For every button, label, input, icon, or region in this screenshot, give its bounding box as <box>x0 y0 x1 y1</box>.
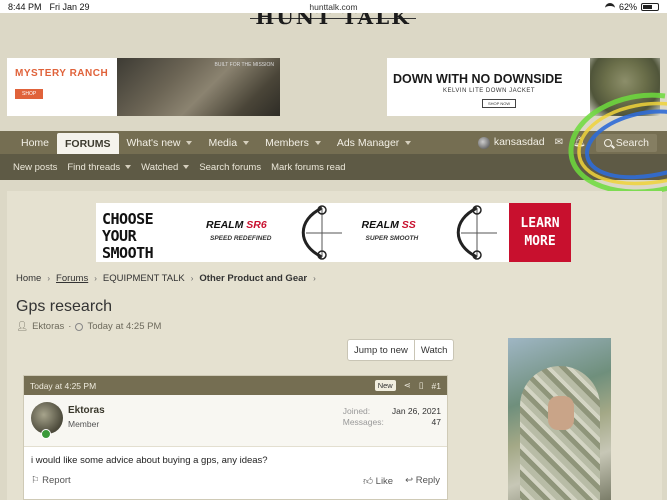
breadcrumb-forums[interactable]: Forums <box>56 273 88 284</box>
chevron-down-icon[interactable] <box>125 165 132 169</box>
bow-image <box>456 205 497 260</box>
post-body: i would like some advice about buying a … <box>31 455 268 466</box>
site-logo[interactable]: HUNT TALK <box>250 13 416 33</box>
chevron-down-icon[interactable] <box>314 140 321 145</box>
status-bar: 8:44 PM Fri Jan 29 hunttalk.com 62% <box>0 0 667 13</box>
bow-ad[interactable]: CHOOSE YOUR SMOOTH REALM SR6 SPEED REDEF… <box>96 203 571 262</box>
post-user-role: Member <box>68 419 100 429</box>
subnav-find-threads[interactable]: Find threads <box>67 162 132 173</box>
post-time[interactable]: Today at 4:25 PM <box>30 381 96 391</box>
nav-media[interactable]: Media <box>200 131 257 154</box>
chevron-right-icon: › <box>47 274 51 283</box>
ad-hunter-image <box>520 366 600 500</box>
watch-button[interactable]: Watch <box>413 340 454 360</box>
post-header: Today at 4:25 PM New ⋖ ▯ #1 <box>24 376 447 395</box>
side-ad[interactable] <box>508 338 611 500</box>
search-icon <box>603 138 612 147</box>
chevron-right-icon: › <box>94 274 97 283</box>
post-username[interactable]: Ektoras <box>68 405 105 416</box>
search-button[interactable]: Search <box>595 133 657 152</box>
like-button[interactable]: 👍︎ Like <box>363 475 393 487</box>
jump-to-new-button[interactable]: Jump to new <box>348 340 414 360</box>
ad-learn-more-button[interactable]: LEARN MORE <box>509 203 571 262</box>
address-bar[interactable]: hunttalk.com <box>0 2 667 12</box>
online-indicator-icon <box>41 429 51 439</box>
thread-meta: 👤︎ Ektoras · Today at 4:25 PM <box>16 321 162 332</box>
ad-model-1: REALM SR6 SPEED REDEFINED <box>198 203 354 262</box>
breadcrumb-section[interactable]: EQUIPMENT TALK <box>103 273 185 284</box>
ad-shop-now-button[interactable]: SHOP NOW <box>482 99 517 108</box>
page-title: Gps research <box>16 298 113 315</box>
nav-ads-manager[interactable]: Ads Manager <box>329 131 419 154</box>
breadcrumb: Home › Forums › EQUIPMENT TALK › Other P… <box>16 273 316 284</box>
user-icon: 👤︎ <box>16 321 29 332</box>
chevron-down-icon[interactable] <box>186 140 193 145</box>
ad-photo: BUILT FOR THE MISSION <box>117 58 280 116</box>
thread-author[interactable]: Ektoras <box>32 321 64 332</box>
mystery-ranch-ad[interactable]: MYSTERY RANCH SHOP BUILT FOR THE MISSION <box>7 58 280 116</box>
subnav-mark-read[interactable]: Mark forums read <box>271 162 345 173</box>
clock-icon <box>75 322 84 331</box>
thread-time[interactable]: Today at 4:25 PM <box>87 321 161 332</box>
nav-whats-new[interactable]: What's new <box>119 131 201 154</box>
chevron-down-icon[interactable] <box>405 140 412 145</box>
user-account-menu[interactable]: kansasdad <box>477 136 545 149</box>
ad-brand: MYSTERY RANCH <box>15 68 109 79</box>
jacket-ad[interactable]: DOWN WITH NO DOWNSIDE KELVIN LITE DOWN J… <box>387 58 660 116</box>
inbox-icon[interactable]: ✉ <box>555 137 563 148</box>
sub-nav: New posts Find threads Watched Search fo… <box>0 154 667 180</box>
report-link[interactable]: ⚐ Report <box>31 475 71 487</box>
username-label: kansasdad <box>493 136 545 149</box>
nav-home[interactable]: Home <box>13 131 57 154</box>
post-footer: ⚐ Report 👍︎ Like ↩ Reply <box>31 475 440 487</box>
ad-jacket-image <box>590 58 660 116</box>
chevron-down-icon[interactable] <box>183 165 190 169</box>
bow-image <box>301 205 342 260</box>
reply-button[interactable]: ↩ Reply <box>405 475 440 487</box>
main-nav: Home FORUMS What's new Media Members Ads… <box>0 131 667 154</box>
ad-choose-text: CHOOSE YOUR SMOOTH <box>102 210 154 262</box>
share-icon[interactable]: ⋖ <box>404 380 411 391</box>
breadcrumb-home[interactable]: Home <box>16 273 41 284</box>
bell-icon[interactable]: 🔔︎ <box>573 137 586 148</box>
subnav-watched[interactable]: Watched <box>141 162 190 173</box>
post-card: Today at 4:25 PM New ⋖ ▯ #1 Ektoras Memb… <box>23 375 448 500</box>
avatar <box>477 136 490 149</box>
post-number[interactable]: #1 <box>432 381 441 391</box>
chevron-down-icon[interactable] <box>243 140 250 145</box>
breadcrumb-subforum[interactable]: Other Product and Gear <box>199 273 307 284</box>
post-user-info: Ektoras Member Joined: Jan 26, 2021 Messa… <box>24 395 447 447</box>
thread-actions: Jump to new Watch <box>347 339 455 361</box>
ad-model-2: REALM SS SUPER SMOOTH <box>354 203 510 262</box>
new-badge: New <box>374 380 396 391</box>
user-stats: Joined: Jan 26, 2021 Messages: 47 <box>342 406 441 427</box>
ad-shop-button[interactable]: SHOP <box>15 89 44 99</box>
ad-tagline: BUILT FOR THE MISSION <box>214 62 274 68</box>
nav-forums[interactable]: FORUMS <box>57 133 119 154</box>
ad-headline: DOWN WITH NO DOWNSIDE <box>393 72 563 86</box>
subnav-search-forums[interactable]: Search forums <box>199 162 261 173</box>
chevron-right-icon: › <box>313 274 316 283</box>
nav-members[interactable]: Members <box>257 131 329 154</box>
ad-subline: KELVIN LITE DOWN JACKET <box>443 88 536 94</box>
bookmark-icon[interactable]: ▯ <box>419 380 424 391</box>
battery-icon <box>641 2 659 11</box>
subnav-new-posts[interactable]: New posts <box>13 162 57 173</box>
chevron-right-icon: › <box>190 274 194 283</box>
